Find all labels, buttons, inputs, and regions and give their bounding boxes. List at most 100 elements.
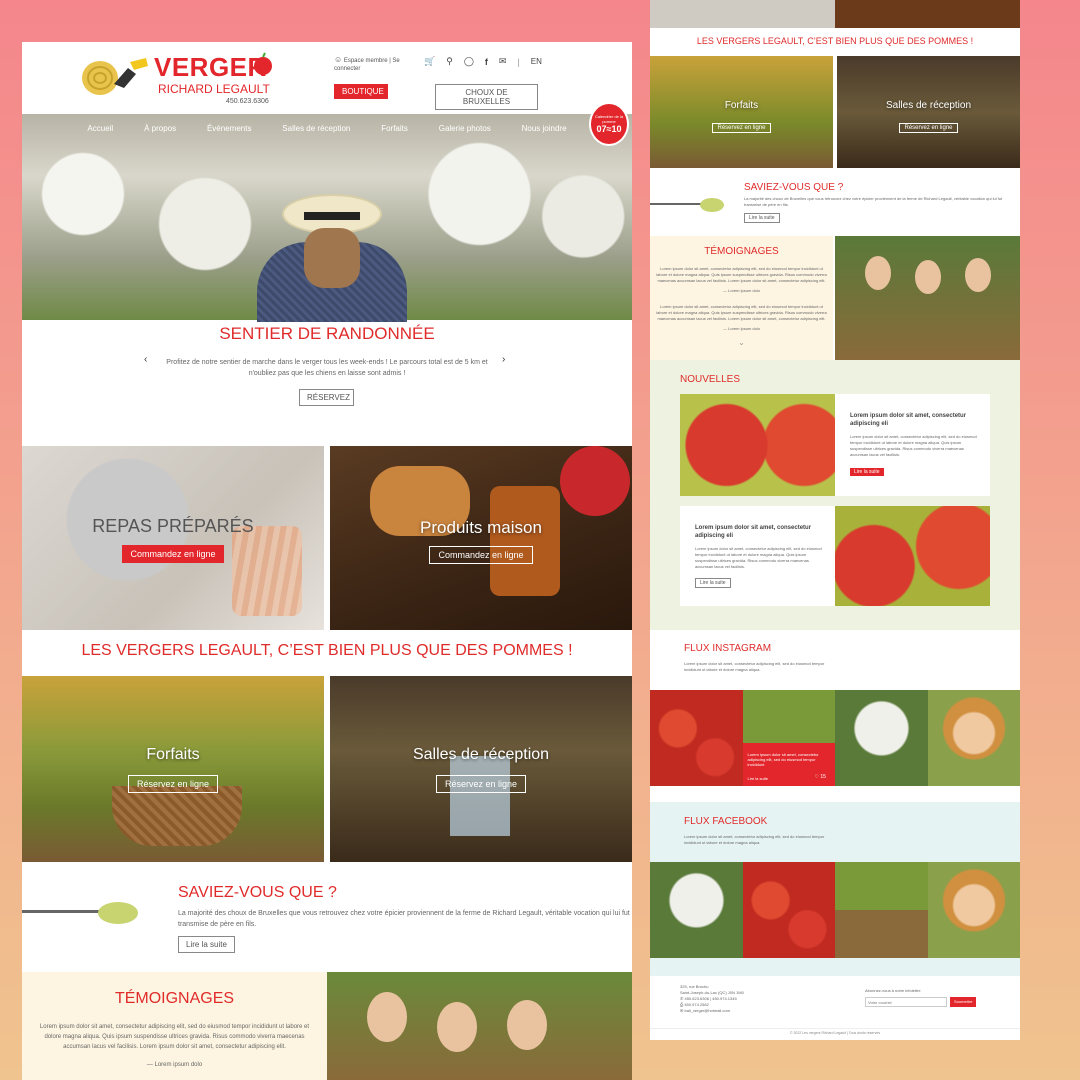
cart-icon[interactable]: 🛒 bbox=[424, 56, 435, 67]
footer: 325, rue Brochu Saint-Joseph-du-Lac (QC)… bbox=[650, 976, 1020, 1040]
nav-item[interactable]: À propos bbox=[144, 124, 176, 133]
homepage-preview-left: VERGER RICHARD LEGAULT 450.623.6306 ☺ Es… bbox=[22, 42, 632, 1080]
choux-button[interactable]: CHOUX DE BRUXELLES bbox=[435, 84, 538, 110]
tile-meals[interactable]: REPAS PRÉPARÉS Commandez en ligne bbox=[22, 446, 324, 630]
apple-icon bbox=[254, 52, 272, 75]
tile-halls[interactable]: Salles de réception Réservez en ligne bbox=[330, 676, 632, 862]
divider: | bbox=[517, 56, 520, 67]
logo-main-text: VERGER bbox=[154, 52, 267, 82]
mail-icon: ✉ bbox=[680, 1008, 684, 1013]
insta-post[interactable] bbox=[927, 690, 1020, 786]
mail-icon[interactable]: ✉ bbox=[499, 56, 507, 67]
news-section: NOUVELLES Lorem ipsum dolor sit amet, co… bbox=[650, 360, 1020, 630]
fork-sprout-image bbox=[22, 902, 142, 924]
hall-window bbox=[450, 756, 510, 836]
kids-image-small bbox=[835, 236, 1020, 360]
logo-sub-text: RICHARD LEGAULT bbox=[158, 82, 270, 96]
facebook-title: FLUX FACEBOOK bbox=[684, 816, 768, 827]
tile-packages-title: Forfaits bbox=[146, 746, 200, 763]
facebook-grid bbox=[650, 862, 1020, 958]
fb-post[interactable] bbox=[650, 862, 743, 958]
apples-image bbox=[835, 506, 990, 606]
chevron-down-icon[interactable]: ⌄ bbox=[650, 338, 833, 347]
newsletter-submit-button[interactable]: Soumettre bbox=[950, 997, 977, 1007]
nav-item[interactable]: Salles de réception bbox=[282, 124, 350, 133]
header-phone: 450.623.6306 bbox=[226, 98, 269, 105]
hiker-figure bbox=[232, 194, 432, 322]
tile-halls-button[interactable]: Réservez en ligne bbox=[435, 775, 527, 793]
fb-post[interactable] bbox=[927, 862, 1020, 958]
next-arrow[interactable]: › bbox=[502, 354, 505, 365]
logo[interactable]: VERGER RICHARD LEGAULT 450.623.6306 bbox=[80, 50, 280, 106]
apple-decor bbox=[560, 446, 630, 516]
prev-arrow[interactable]: ‹ bbox=[144, 354, 147, 365]
testimonials-author: — Lorem ipsum dolo bbox=[146, 1062, 203, 1068]
nav-item[interactable]: Galerie photos bbox=[439, 124, 491, 133]
fb-post[interactable] bbox=[742, 862, 835, 958]
insta-post[interactable] bbox=[650, 690, 743, 786]
testimonials-small: TÉMOIGNAGES Lorem ipsum dolor sit amet, … bbox=[650, 236, 833, 360]
tagline: LES VERGERS LEGAULT, C’EST BIEN PLUS QUE… bbox=[81, 642, 573, 659]
footer-contact: 325, rue Brochu Saint-Joseph-du-Lac (QC)… bbox=[680, 984, 744, 1014]
site-header: VERGER RICHARD LEGAULT 450.623.6306 ☺ Es… bbox=[22, 42, 632, 114]
language-toggle[interactable]: EN bbox=[531, 57, 542, 66]
trail-text: Profitez de notre sentier de marche dans… bbox=[166, 359, 488, 377]
tile-halls-title: Salles de réception bbox=[412, 746, 550, 763]
user-icon: ☺ bbox=[334, 55, 343, 64]
saviez-button[interactable]: Lire la suite bbox=[178, 936, 235, 953]
top-images-strip bbox=[650, 0, 1020, 28]
carrots bbox=[232, 526, 302, 616]
instagram-title: FLUX INSTAGRAM bbox=[684, 643, 772, 654]
header-icons: 🛒 ⚲ ◯ f ✉ | EN bbox=[424, 56, 542, 67]
email-line[interactable]: ✉ bali_verger@hotmail.com bbox=[680, 1008, 744, 1014]
search-icon[interactable]: ⚲ bbox=[446, 56, 453, 67]
tile-packages-button[interactable]: Réservez en ligne bbox=[127, 775, 219, 793]
saviez-text-small: La majorité des choux de Bruxelles que v… bbox=[744, 196, 1003, 207]
tile-packages[interactable]: Forfaits Réservez en ligne bbox=[22, 676, 324, 862]
hero-image: Accueil À propos Événements Salles de ré… bbox=[22, 114, 632, 322]
nav-item[interactable]: Événements bbox=[207, 124, 251, 133]
saviez-title: SAVIEZ-VOUS QUE ? bbox=[178, 884, 337, 901]
member-link[interactable]: ☺ Espace membre | Se connecter bbox=[334, 56, 414, 73]
main-nav: Accueil À propos Événements Salles de ré… bbox=[22, 124, 632, 133]
saviez-text: La majorité des choux de Bruxelles que v… bbox=[178, 910, 630, 928]
instagram-icon[interactable]: ◯ bbox=[464, 56, 474, 67]
tagline-right: LES VERGERS LEGAULT, C’EST BIEN PLUS QUE… bbox=[696, 36, 974, 46]
tile-packages-small[interactable]: Forfaits Réservez en ligne bbox=[650, 56, 833, 168]
tile-halls-small[interactable]: Salles de réception Réservez en ligne bbox=[837, 56, 1020, 168]
reserve-button[interactable]: RÉSERVEZ bbox=[299, 389, 354, 406]
instagram-text: Lorem ipsum dolor sit amet, consectetur … bbox=[684, 661, 825, 672]
tile-meals-button[interactable]: Commandez en ligne bbox=[122, 545, 224, 563]
heart-icon[interactable]: ♡ 15 bbox=[815, 774, 826, 780]
facebook-text: Lorem ipsum dolor sit amet, consectetur … bbox=[684, 834, 825, 845]
tile-products-button[interactable]: Commandez en ligne bbox=[429, 546, 533, 564]
nav-item[interactable]: Nous joindre bbox=[522, 124, 567, 133]
newsletter-label: Abonnez-vous à notre infolettre bbox=[865, 988, 921, 993]
testimonials-text: Lorem ipsum dolor sit amet, consectetur … bbox=[39, 1024, 310, 1050]
hat-band bbox=[304, 212, 360, 220]
news-card-2[interactable]: Lorem ipsum dolor sit amet, consectetur … bbox=[680, 506, 990, 606]
facebook-icon[interactable]: f bbox=[485, 57, 488, 67]
fb-post[interactable] bbox=[835, 862, 928, 958]
newsletter-email-input[interactable] bbox=[865, 997, 947, 1007]
saviez-button-small[interactable]: Lire la suite bbox=[744, 213, 780, 223]
news-title: NOUVELLES bbox=[680, 374, 741, 385]
boutique-button[interactable]: BOUTIQUE bbox=[334, 84, 388, 99]
apple-calendar-badge[interactable]: Calendrier de la pomme 07≈10 bbox=[589, 102, 629, 146]
phone-icon: ✆ bbox=[680, 996, 684, 1001]
tile-meals-title: REPAS PRÉPARÉS bbox=[92, 516, 254, 536]
tile-products-title: Produits maison bbox=[420, 518, 542, 537]
tile-products[interactable]: Produits maison Commandez en ligne bbox=[330, 446, 632, 630]
testimonials-section: TÉMOIGNAGES Lorem ipsum dolor sit amet, … bbox=[22, 972, 327, 1080]
fork-sprout-small bbox=[650, 198, 724, 212]
insta-post[interactable] bbox=[835, 690, 928, 786]
jam-jar bbox=[490, 486, 560, 596]
insta-post-featured[interactable]: Lorem ipsum dolor sit amet, consectetur … bbox=[742, 690, 835, 786]
news-card-1[interactable]: Lorem ipsum dolor sit amet, consectetur … bbox=[680, 394, 990, 496]
apples-image bbox=[680, 394, 835, 496]
copyright: © 2022 Les vergers Richard Legault | Tou… bbox=[650, 1028, 1020, 1035]
nav-item[interactable]: Accueil bbox=[87, 124, 113, 133]
nav-item[interactable]: Forfaits bbox=[381, 124, 408, 133]
homepage-preview-right: LES VERGERS LEGAULT, C’EST BIEN PLUS QUE… bbox=[650, 0, 1020, 1040]
fax-icon: ⎙ bbox=[680, 1002, 684, 1007]
